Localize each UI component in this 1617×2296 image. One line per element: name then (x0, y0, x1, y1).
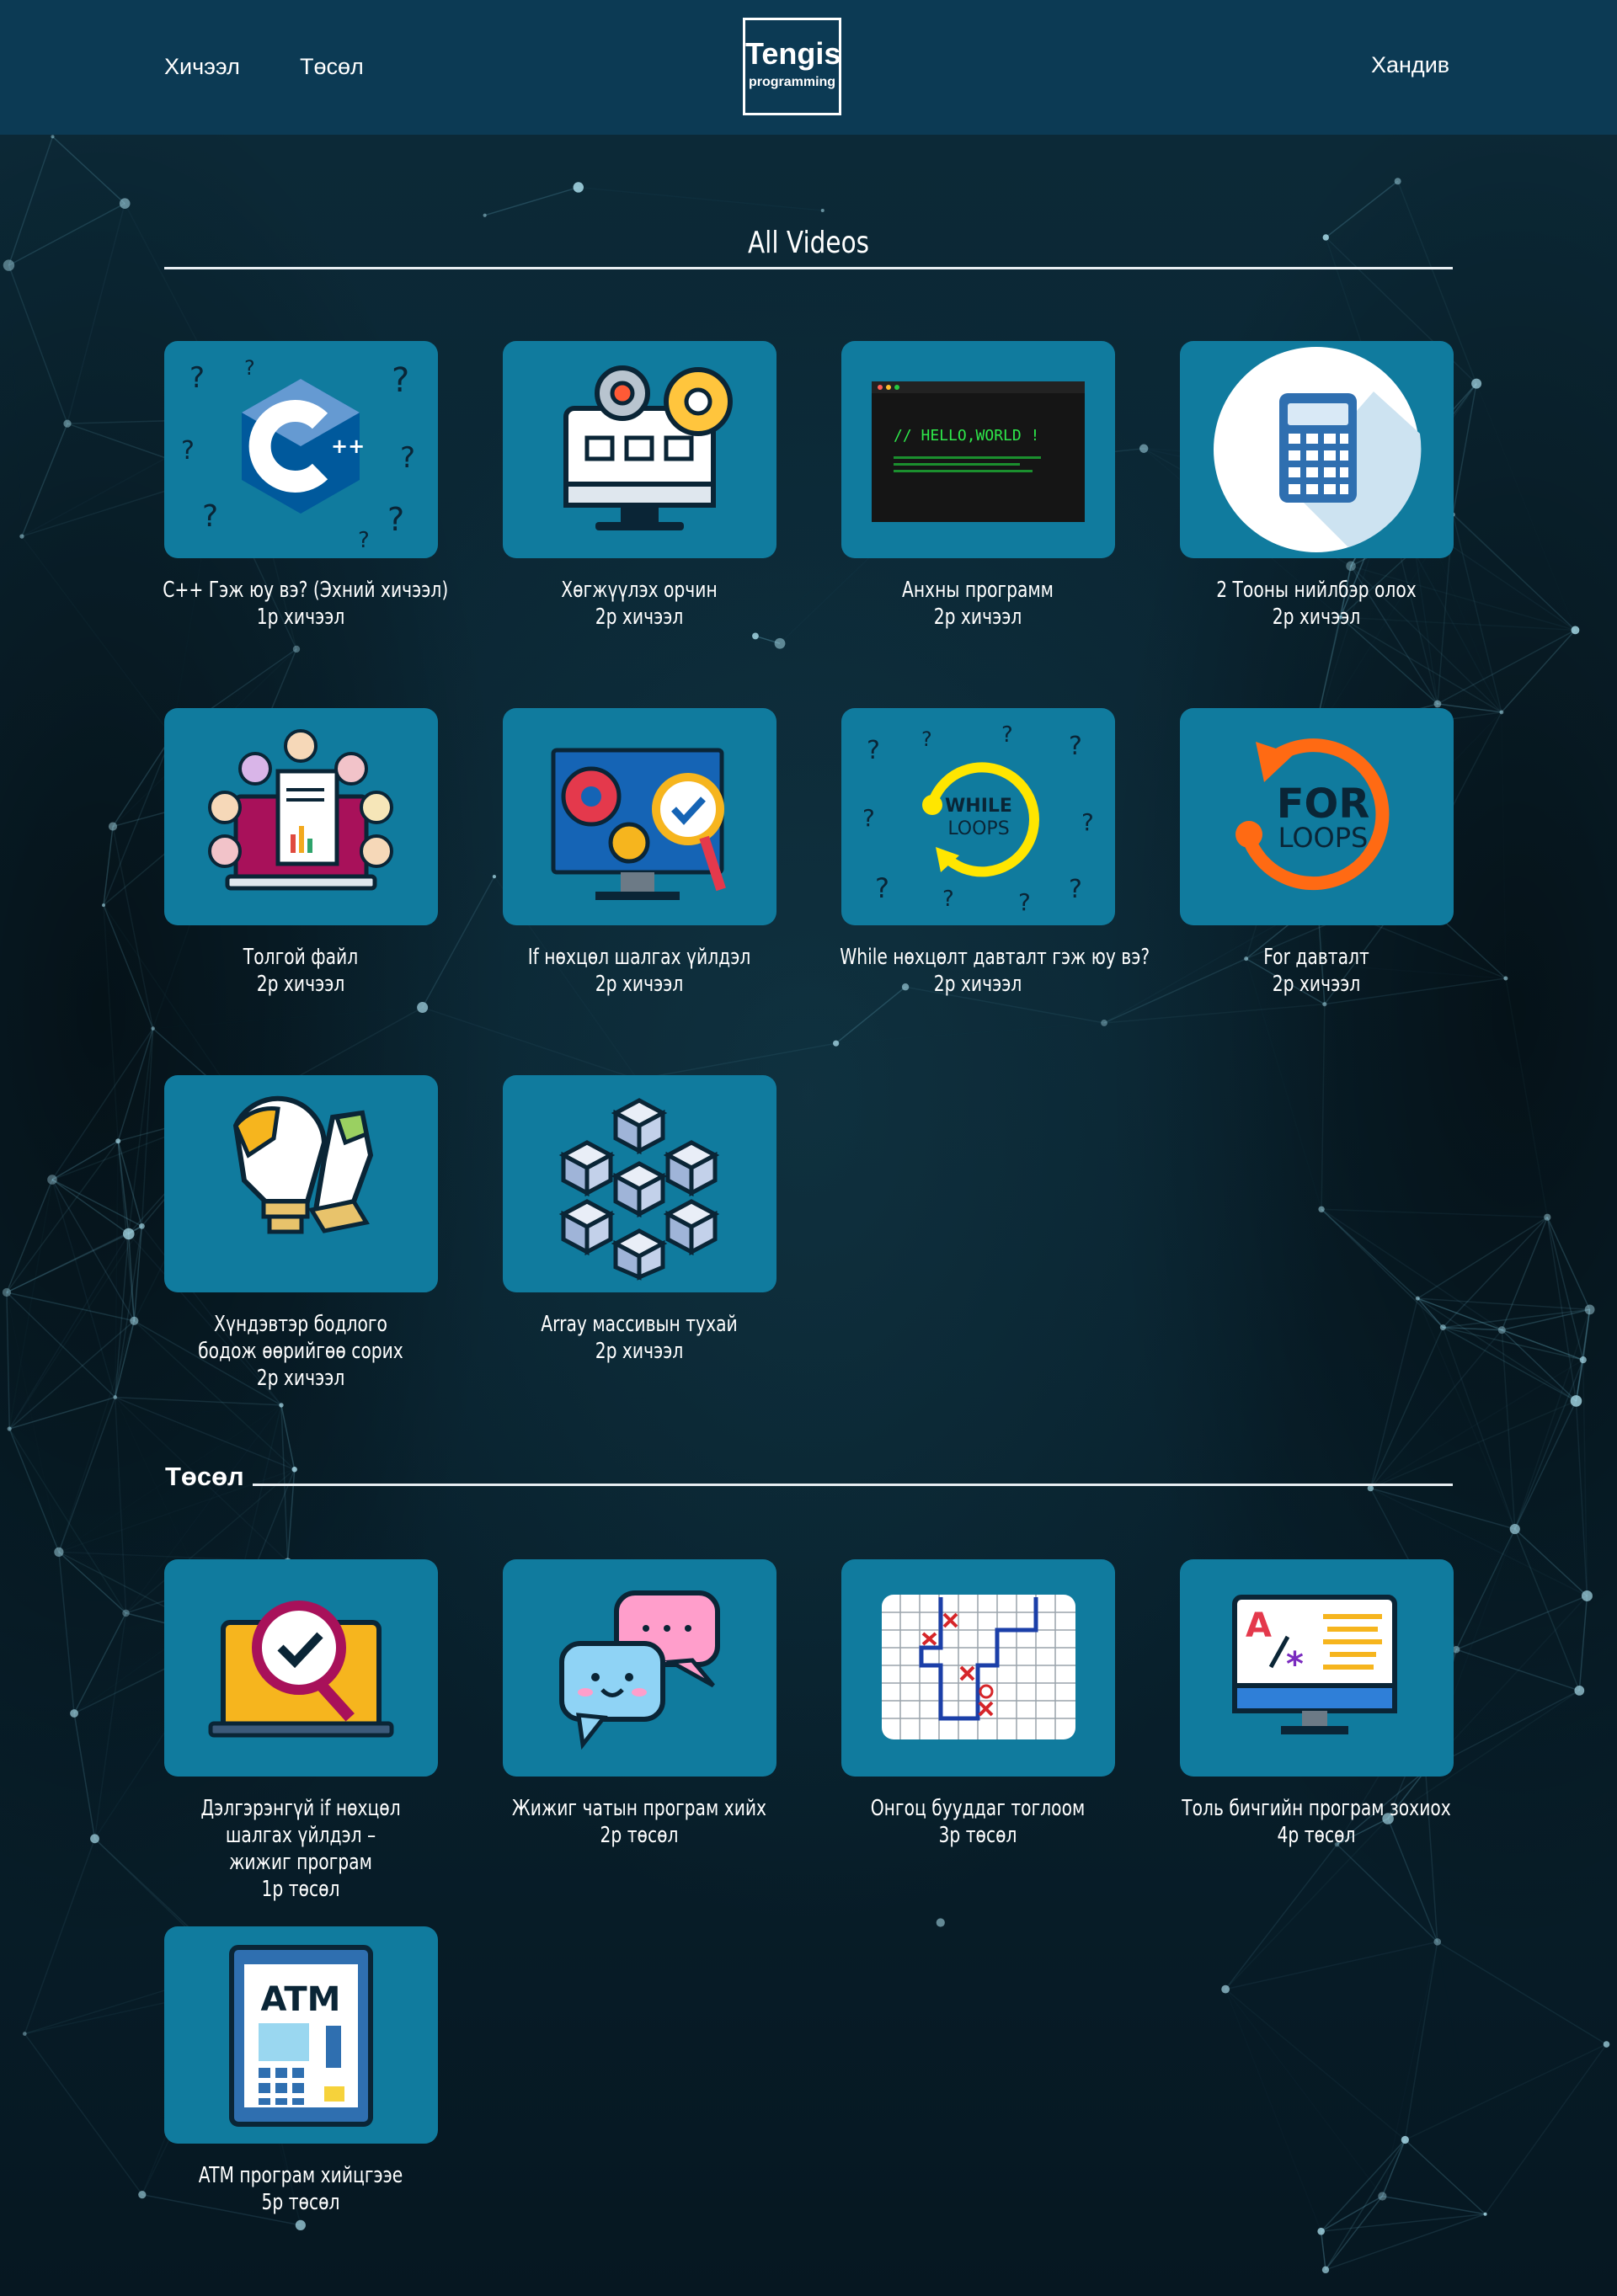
card-subtitle: 1р хичээл (256, 605, 345, 630)
card-title: 2 Тооны нийлбэр олох (1216, 578, 1417, 603)
svg-text:?: ? (1069, 875, 1082, 904)
chat-bubbles-icon (503, 1559, 776, 1777)
card-subtitle: 2р хичээл (256, 1366, 345, 1391)
card-title: Дэлгэрэнгүй if нөхцөл шалгах үйлдэл – жи… (200, 1796, 401, 1875)
svg-text:A: A (1246, 1606, 1272, 1645)
svg-text:?: ? (862, 804, 875, 832)
loops-label: LOOPS (947, 818, 1009, 839)
cubes-array-icon (503, 1075, 776, 1292)
logo-subtitle: programming (748, 75, 836, 89)
video-card-array[interactable]: Array массивын тухай 2р хичээл (503, 1075, 776, 1365)
monitor-check-icon (503, 708, 776, 925)
card-subtitle: 2р хичээл (933, 605, 1022, 630)
project-card-if-program[interactable]: Дэлгэрэнгүй if нөхцөл шалгах үйлдэл – жи… (164, 1559, 438, 1903)
video-card-first-program[interactable]: // HELLO,WORLD ! Анхны программ 2р хичээ… (841, 341, 1115, 631)
for-loop-icon: FOR LOOPS (1180, 708, 1454, 925)
card-subtitle: 2р хичээл (595, 605, 684, 630)
svg-text:?: ? (189, 361, 205, 395)
svg-text:?: ? (387, 501, 404, 538)
laptop-magnifier-icon (164, 1559, 438, 1777)
svg-text:?: ? (875, 872, 889, 904)
card-title: For давталт (1263, 945, 1369, 970)
site-logo[interactable]: Tengis programming (743, 18, 841, 115)
card-subtitle: 2р хичээл (933, 972, 1022, 997)
svg-text:?: ? (202, 499, 218, 534)
svg-text:?: ? (400, 441, 415, 475)
videos-divider (164, 267, 1453, 269)
card-title: While нөхцөлт давталт гэж юу вэ? (840, 945, 1150, 970)
video-card-hard-problems[interactable]: Хүндэвтэр бодлого бодож өөрийгөө сорих 2… (164, 1075, 438, 1392)
dictionary-monitor-icon: A * (1180, 1559, 1454, 1777)
videos-section-title: All Videos (747, 226, 870, 260)
svg-text:?: ? (1001, 722, 1013, 748)
svg-text:++: ++ (331, 434, 365, 458)
svg-text:?: ? (1018, 888, 1031, 916)
card-title: Жижиг чатын програм хийх (511, 1796, 767, 1821)
svg-text:*: * (1286, 1645, 1304, 1684)
card-title: If нөхцөл шалгах үйлдэл (527, 945, 751, 970)
laptop-files-icon (164, 708, 438, 925)
card-title: Хөгжүүлэх орчин (561, 578, 718, 603)
nav-lessons-link[interactable]: Хичээл (164, 54, 240, 80)
atm-label: ATM (261, 1980, 341, 2019)
card-title: Толгой файл (243, 945, 359, 970)
computer-gears-icon (503, 341, 776, 558)
card-title: Толь бичгийн програм зохиох (1182, 1796, 1451, 1821)
while-loop-icon: ?? ?? ?? ?? ?? WHILE LOOPS (841, 708, 1115, 925)
card-subtitle: 2р хичээл (1272, 605, 1361, 630)
card-subtitle: 3р төсөл (938, 1823, 1017, 1848)
card-subtitle: 2р төсөл (600, 1823, 679, 1848)
card-subtitle: 2р хичээл (256, 972, 345, 997)
lightbulb-puzzle-icon (164, 1075, 438, 1292)
svg-text:?: ? (867, 736, 880, 765)
for-label: FOR (1277, 780, 1370, 828)
card-title: Array массивын тухай (541, 1312, 738, 1337)
card-title: Онгоц бууддаг тоглоом (870, 1796, 1086, 1821)
card-subtitle: 2р хичээл (595, 972, 684, 997)
atm-icon: ATM (164, 1926, 438, 2144)
svg-text:?: ? (1069, 732, 1082, 761)
projects-divider (253, 1484, 1453, 1486)
card-subtitle: 2р хичээл (595, 1339, 684, 1364)
svg-text:?: ? (244, 356, 255, 380)
svg-text:?: ? (942, 887, 954, 912)
card-subtitle: 4р төсөл (1277, 1823, 1356, 1848)
loops-label: LOOPS (1278, 822, 1369, 854)
calculator-icon (1180, 341, 1454, 558)
project-card-chat[interactable]: Жижиг чатын програм хийх 2р төсөл (503, 1559, 776, 1849)
logo-title: Tengis (745, 36, 841, 71)
hello-world-text: // HELLO,WORLD ! (894, 427, 1039, 445)
top-navbar: Хичээл Төсөл Tengis programming Хандив (0, 0, 1617, 135)
video-card-dev-env[interactable]: Хөгжүүлэх орчин 2р хичээл (503, 341, 776, 631)
projects-section-title: Төсөл (165, 1462, 244, 1491)
video-card-while[interactable]: ?? ?? ?? ?? ?? WHILE LOOPS While нөхцөлт… (840, 708, 1150, 998)
card-subtitle: 1р төсөл (261, 1877, 340, 1902)
card-subtitle: 5р төсөл (261, 2190, 340, 2215)
card-title: Хүндэвтэр бодлого бодож өөрийгөө сорих (198, 1312, 403, 1364)
video-card-if[interactable]: If нөхцөл шалгах үйлдэл 2р хичээл (503, 708, 776, 998)
card-title: C++ Гэж юу вэ? (Эхний хичээл) (163, 578, 449, 603)
svg-text:?: ? (392, 361, 409, 400)
project-card-plane-game[interactable]: Онгоц бууддаг тоглоом 3р төсөл (841, 1559, 1115, 1849)
video-card-cpp-intro[interactable]: ? ? ? ? ? ? ? ? ++ C++ Гэж юу вэ? (Эхний… (163, 341, 449, 631)
card-title: ATM програм хийцгээе (198, 2163, 403, 2188)
cpp-logo-icon: ? ? ? ? ? ? ? ? ++ (164, 341, 438, 558)
video-card-for[interactable]: FOR LOOPS For давталт 2р хичээл (1180, 708, 1454, 998)
svg-text:?: ? (1081, 808, 1094, 836)
video-card-sum-two[interactable]: 2 Тооны нийлбэр олох 2р хичээл (1180, 341, 1454, 631)
svg-text:?: ? (921, 727, 932, 751)
card-title: Анхны программ (902, 578, 1054, 603)
card-subtitle: 2р хичээл (1272, 972, 1361, 997)
project-card-dictionary[interactable]: A * Толь бичгийн програм зохиох 4р төсөл (1180, 1559, 1454, 1849)
video-card-header-file[interactable]: Толгой файл 2р хичээл (164, 708, 438, 998)
nav-projects-link[interactable]: Төсөл (300, 54, 364, 80)
while-label: WHILE (945, 796, 1012, 817)
terminal-hello-world-icon: // HELLO,WORLD ! (841, 341, 1115, 558)
nav-contact-link[interactable]: Хандив (1371, 52, 1449, 78)
svg-text:?: ? (358, 528, 370, 553)
svg-text:?: ? (181, 436, 195, 466)
project-card-atm[interactable]: ATM ATM програм хийцгээе 5р төсөл (164, 1926, 438, 2216)
grid-game-icon (841, 1559, 1115, 1777)
